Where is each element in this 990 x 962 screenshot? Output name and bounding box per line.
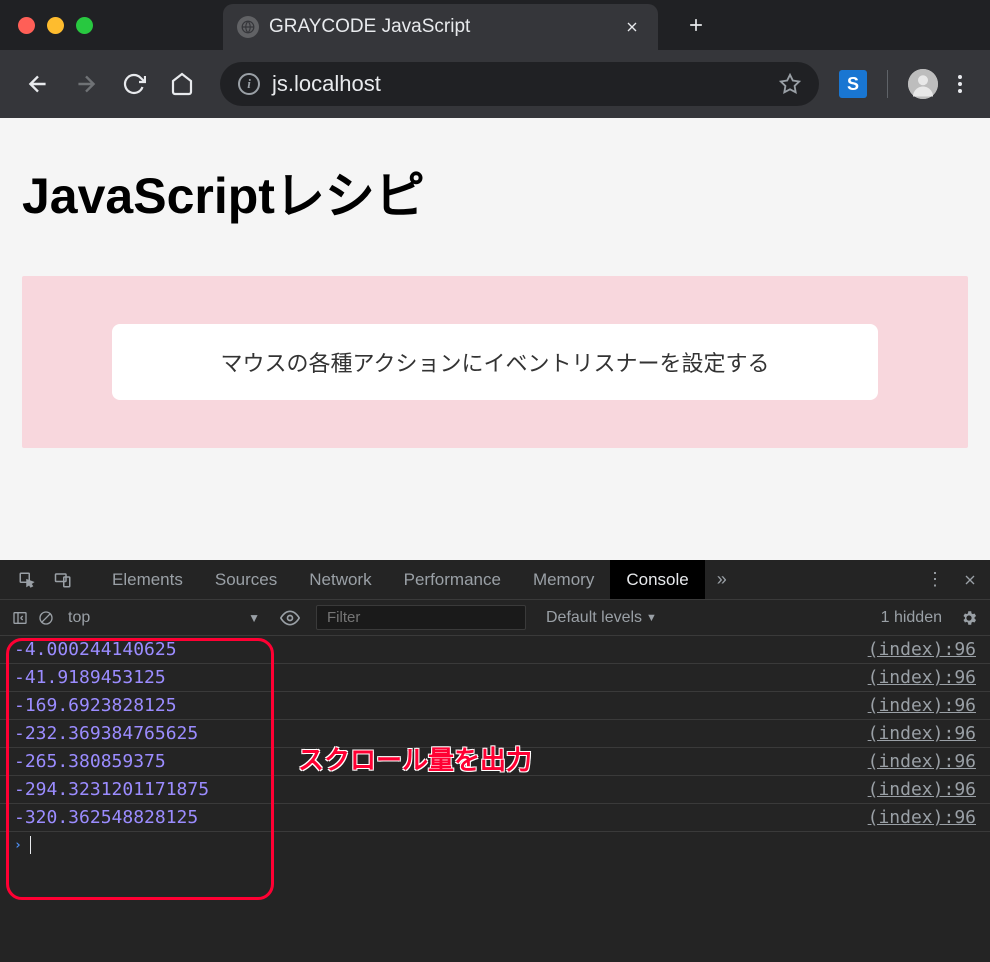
console-line: -4.000244140625 (index):96	[0, 636, 990, 664]
console-source-link[interactable]: (index):96	[868, 807, 976, 828]
console-value: -41.9189453125	[14, 667, 166, 688]
tab-console[interactable]: Console	[610, 560, 704, 599]
levels-label: Default levels	[546, 609, 642, 627]
console-input[interactable]: ›	[0, 832, 990, 858]
console-line: -265.380859375 (index):96	[0, 748, 990, 776]
browser-toolbar: i js.localhost S	[0, 50, 990, 118]
url-text: js.localhost	[272, 71, 767, 97]
console-value: -169.6923828125	[14, 695, 177, 716]
traffic-lights	[18, 17, 93, 34]
page-heading: JavaScriptレシピ	[22, 156, 968, 228]
prompt-chevron-icon: ›	[14, 838, 22, 853]
devtools-tablist: Elements Sources Network Performance Mem…	[96, 560, 705, 599]
context-label: top	[68, 609, 90, 627]
tab-memory[interactable]: Memory	[517, 560, 610, 599]
clear-console-icon[interactable]	[38, 610, 54, 626]
console-line: -320.362548828125 (index):96	[0, 804, 990, 832]
console-value: -294.3231201171875	[14, 779, 209, 800]
text-cursor	[30, 836, 31, 854]
reload-button[interactable]	[116, 66, 152, 102]
console-value: -4.000244140625	[14, 639, 177, 660]
new-tab-button[interactable]	[686, 15, 706, 35]
console-line: -294.3231201171875 (index):96	[0, 776, 990, 804]
tab-network[interactable]: Network	[293, 560, 387, 599]
console-value: -232.369384765625	[14, 723, 198, 744]
console-sidebar-toggle-icon[interactable]	[12, 610, 28, 626]
tab-close-button[interactable]	[624, 19, 640, 35]
console-source-link[interactable]: (index):96	[868, 667, 976, 688]
profile-avatar[interactable]	[908, 69, 938, 99]
console-line: -232.369384765625 (index):96	[0, 720, 990, 748]
console-source-link[interactable]: (index):96	[868, 751, 976, 772]
browser-menu-button[interactable]	[950, 75, 970, 93]
devtools-tabbar: Elements Sources Network Performance Mem…	[0, 560, 990, 600]
console-source-link[interactable]: (index):96	[868, 695, 976, 716]
toolbar-divider	[887, 70, 888, 98]
minimize-window-button[interactable]	[47, 17, 64, 34]
tab-title: GRAYCODE JavaScript	[269, 16, 614, 38]
console-source-link[interactable]: (index):96	[868, 639, 976, 660]
tab-sources[interactable]: Sources	[199, 560, 293, 599]
demo-container: マウスの各種アクションにイベントリスナーを設定する	[22, 276, 968, 448]
maximize-window-button[interactable]	[76, 17, 93, 34]
browser-tab[interactable]: GRAYCODE JavaScript	[223, 4, 658, 50]
more-tabs-button[interactable]: »	[717, 569, 727, 590]
console-source-link[interactable]: (index):96	[868, 779, 976, 800]
device-toggle-icon[interactable]	[48, 571, 78, 589]
page-content: JavaScriptレシピ マウスの各種アクションにイベントリスナーを設定する	[0, 118, 990, 560]
devtools-menu-button[interactable]: ⋮	[926, 569, 944, 590]
bookmark-star-icon[interactable]	[779, 73, 801, 95]
console-settings-icon[interactable]	[960, 609, 978, 627]
chevron-down-icon: ▼	[248, 611, 260, 625]
console-value: -320.362548828125	[14, 807, 198, 828]
console-value: -265.380859375	[14, 751, 166, 772]
tab-elements[interactable]: Elements	[96, 560, 199, 599]
back-button[interactable]	[20, 66, 56, 102]
close-window-button[interactable]	[18, 17, 35, 34]
address-bar[interactable]: i js.localhost	[220, 62, 819, 106]
console-line: -169.6923828125 (index):96	[0, 692, 990, 720]
demo-button[interactable]: マウスの各種アクションにイベントリスナーを設定する	[112, 324, 878, 400]
console-filter-input[interactable]	[316, 605, 526, 630]
tab-favicon-globe-icon	[237, 16, 259, 38]
execution-context-selector[interactable]: top ▼	[64, 609, 264, 627]
forward-button[interactable]	[68, 66, 104, 102]
inspect-element-icon[interactable]	[12, 571, 42, 589]
console-line: -41.9189453125 (index):96	[0, 664, 990, 692]
home-button[interactable]	[164, 66, 200, 102]
console-source-link[interactable]: (index):96	[868, 723, 976, 744]
devtools-panel: Elements Sources Network Performance Mem…	[0, 560, 990, 962]
chevron-down-icon: ▼	[646, 612, 657, 624]
log-levels-selector[interactable]: Default levels ▼	[546, 609, 657, 627]
console-toolbar: top ▼ Default levels ▼ 1 hidden	[0, 600, 990, 636]
tab-performance[interactable]: Performance	[388, 560, 517, 599]
hidden-messages-count[interactable]: 1 hidden	[881, 609, 942, 627]
devtools-close-button[interactable]	[962, 572, 978, 588]
live-expression-icon[interactable]	[280, 608, 300, 628]
window-titlebar: GRAYCODE JavaScript	[0, 0, 990, 50]
extension-icon[interactable]: S	[839, 70, 867, 98]
console-output: -4.000244140625 (index):96 -41.918945312…	[0, 636, 990, 858]
site-info-icon[interactable]: i	[238, 73, 260, 95]
